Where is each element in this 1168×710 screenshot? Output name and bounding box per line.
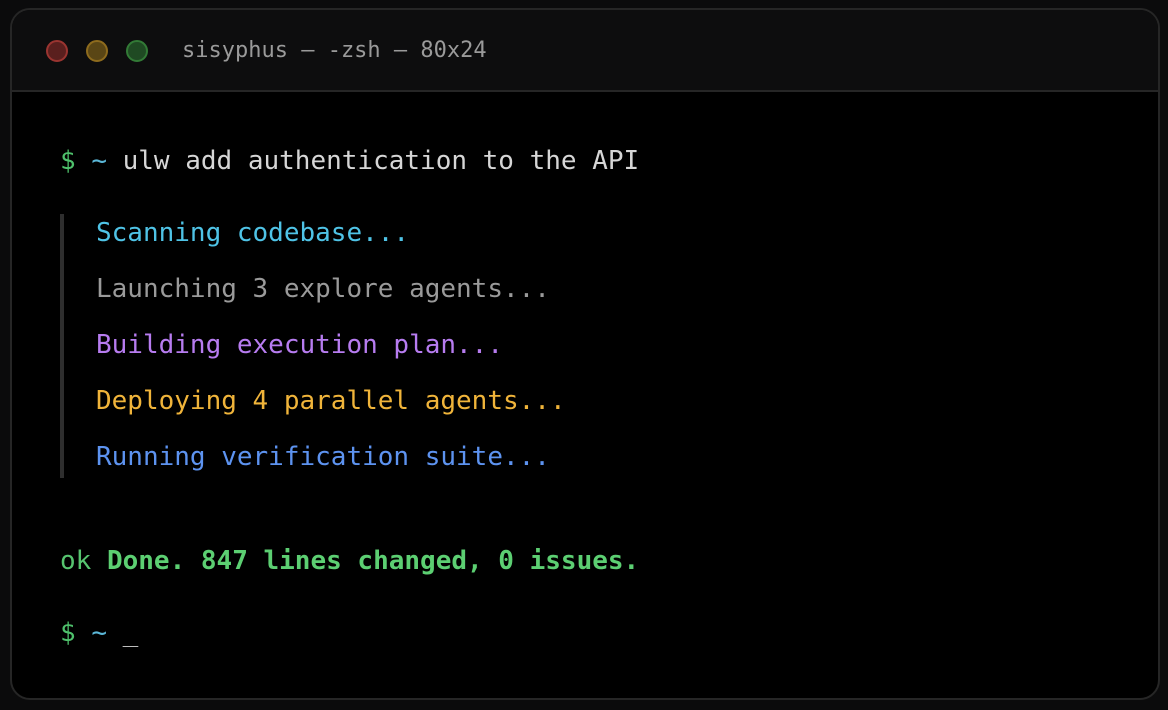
prompt-tilde: ~ [91,618,107,648]
terminal-window: sisyphus — -zsh — 80x24 $ ~ ulw add auth… [10,8,1160,700]
log-line: Scanning codebase... [96,218,410,248]
close-button[interactable] [46,40,68,62]
window-title: sisyphus — -zsh — 80x24 [182,38,487,63]
prompt-dollar: $ [60,146,76,176]
log-line: Building execution plan... [96,330,503,360]
command-line: $ ~ ulw add authentication to the API [60,144,639,178]
result-line: ok Done. 847 lines changed, 0 issues. [60,544,639,578]
minimize-button[interactable] [86,40,108,62]
command-text: ulw add authentication to the API [122,146,640,176]
zoom-button[interactable] [126,40,148,62]
text-cursor: _ [122,618,139,648]
terminal-content[interactable]: $ ~ ulw add authentication to the API Sc… [12,92,1158,692]
ok-prefix: ok [60,546,92,576]
log-gutter-bar [60,214,64,478]
title-bar: sisyphus — -zsh — 80x24 [12,10,1158,92]
prompt-line: $ ~ _ [60,616,138,650]
log-line: Deploying 4 parallel agents... [96,386,566,416]
prompt-dollar: $ [60,618,76,648]
log-line: Launching 3 explore agents... [96,274,550,304]
result-message: Done. 847 lines changed, 0 issues. [106,546,640,576]
prompt-tilde: ~ [91,146,107,176]
log-line: Running verification suite... [96,442,550,472]
